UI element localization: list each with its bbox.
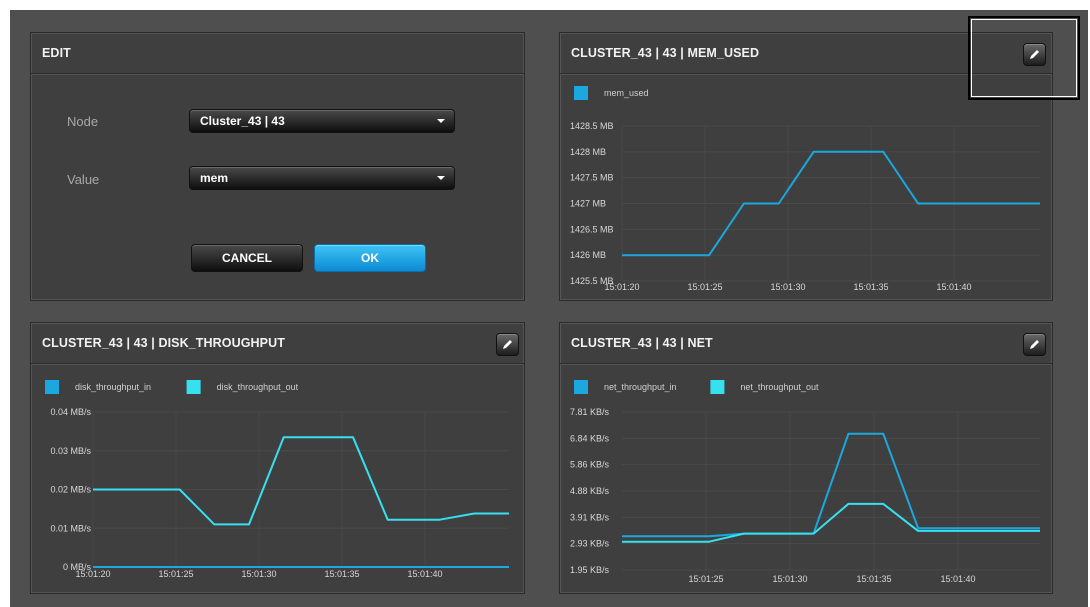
x-tick-label: 15:01:25	[687, 282, 722, 292]
legend-swatch	[574, 380, 588, 394]
y-tick-label: 5.86 KB/s	[570, 460, 610, 470]
x-tick-label: 15:01:25	[688, 574, 723, 584]
legend-swatch	[45, 380, 59, 394]
y-tick-label: 6.84 KB/s	[570, 433, 610, 443]
y-tick-label: 1426.5 MB	[570, 224, 614, 234]
net-chart-header: CLUSTER_43 | 43 | NET	[560, 323, 1052, 364]
net-chart-title: CLUSTER_43 | 43 | NET	[571, 336, 713, 350]
y-tick-label: 1426 MB	[570, 250, 606, 260]
y-tick-label: 0.04 MB/s	[50, 407, 91, 417]
node-label: Node	[67, 114, 99, 129]
dashboard-canvas: EDIT Node Cluster_43 | 43 Value mem CANC…	[10, 10, 1088, 607]
node-select-value: Cluster_43 | 43	[200, 114, 285, 128]
legend-label: disk_throughput_in	[75, 382, 151, 392]
y-tick-label: 2.93 KB/s	[570, 539, 610, 549]
pencil-icon	[1030, 50, 1039, 59]
y-tick-label: 4.88 KB/s	[570, 486, 610, 496]
value-select-value: mem	[200, 171, 229, 185]
y-tick-label: 1428.5 MB	[570, 121, 614, 131]
edit-panel: EDIT Node Cluster_43 | 43 Value mem CANC…	[30, 32, 525, 301]
x-tick-label: 15:01:40	[940, 574, 975, 584]
y-tick-label: 1427 MB	[570, 199, 606, 209]
mem-chart-panel: CLUSTER_43 | 43 | MEM_USED mem_used 1428.…	[559, 32, 1053, 301]
x-tick-label: 15:01:40	[407, 569, 442, 579]
x-tick-label: 15:01:30	[770, 282, 805, 292]
disk-chart-header: CLUSTER_43 | 43 | DISK_THROUGHPUT	[31, 323, 524, 364]
legend-label: net_throughput_in	[604, 382, 677, 392]
y-tick-label: 0.03 MB/s	[50, 446, 91, 456]
y-tick-label: 1.95 KB/s	[570, 565, 610, 575]
y-tick-label: 3.91 KB/s	[570, 512, 610, 522]
disk-edit-button[interactable]	[496, 333, 519, 356]
mem-chart-header: CLUSTER_43 | 43 | MEM_USED	[560, 33, 1052, 74]
legend-label: net_throughput_out	[740, 382, 819, 392]
x-tick-label: 15:01:35	[856, 574, 891, 584]
node-select[interactable]: Cluster_43 | 43	[189, 109, 455, 133]
legend-swatch	[710, 380, 725, 394]
disk-chart-title: CLUSTER_43 | 43 | DISK_THROUGHPUT	[42, 336, 285, 350]
mem-edit-button[interactable]	[1023, 43, 1046, 66]
legend-swatch	[574, 86, 588, 100]
disk-chart-svg: disk_throughput_in disk_throughput_out 0.0…	[45, 380, 509, 579]
net-chart-panel: CLUSTER_43 | 43 | NET net_throughput_in n…	[559, 322, 1053, 594]
y-tick-label: 0.01 MB/s	[50, 523, 91, 533]
y-tick-label: 7.81 KB/s	[570, 407, 610, 417]
value-label: Value	[67, 172, 100, 187]
x-tick-label: 15:01:40	[936, 282, 971, 292]
x-tick-label: 15:01:35	[324, 569, 359, 579]
y-tick-label: 0.02 MB/s	[50, 485, 91, 495]
x-tick-label: 15:01:35	[853, 282, 888, 292]
edit-panel-header: EDIT	[31, 33, 524, 74]
legend-label: mem_used	[604, 88, 649, 98]
net-chart-svg: net_throughput_in net_throughput_out 7.81 …	[570, 380, 1040, 584]
legend-label: disk_throughput_out	[217, 382, 299, 392]
pencil-icon	[503, 340, 512, 349]
chevron-down-icon	[437, 176, 445, 180]
value-select[interactable]: mem	[189, 166, 455, 190]
net-edit-button[interactable]	[1023, 333, 1046, 356]
x-tick-label: 15:01:20	[604, 282, 639, 292]
legend-swatch	[186, 380, 201, 394]
chevron-down-icon	[437, 119, 445, 123]
series-line-net_throughput_in	[622, 432, 1040, 538]
y-tick-label: 1428 MB	[570, 147, 606, 157]
mem-chart-title: CLUSTER_43 | 43 | MEM_USED	[571, 46, 760, 60]
pencil-icon	[1030, 340, 1039, 349]
edit-panel-title: EDIT	[42, 46, 71, 60]
disk-chart-panel: CLUSTER_43 | 43 | DISK_THROUGHPUT disk_t…	[30, 322, 525, 594]
cancel-button[interactable]: CANCEL	[191, 244, 303, 272]
mem-chart-svg: mem_used 1428.5 MB 1428 MB 1427.5 MB 1427 MB…	[570, 86, 1040, 292]
x-tick-label: 15:01:25	[158, 569, 193, 579]
y-tick-label: 1427.5 MB	[570, 173, 614, 183]
ok-button[interactable]: OK	[314, 244, 426, 272]
x-tick-label: 15:01:30	[241, 569, 276, 579]
x-tick-label: 15:01:20	[75, 569, 110, 579]
x-tick-label: 15:01:30	[772, 574, 807, 584]
